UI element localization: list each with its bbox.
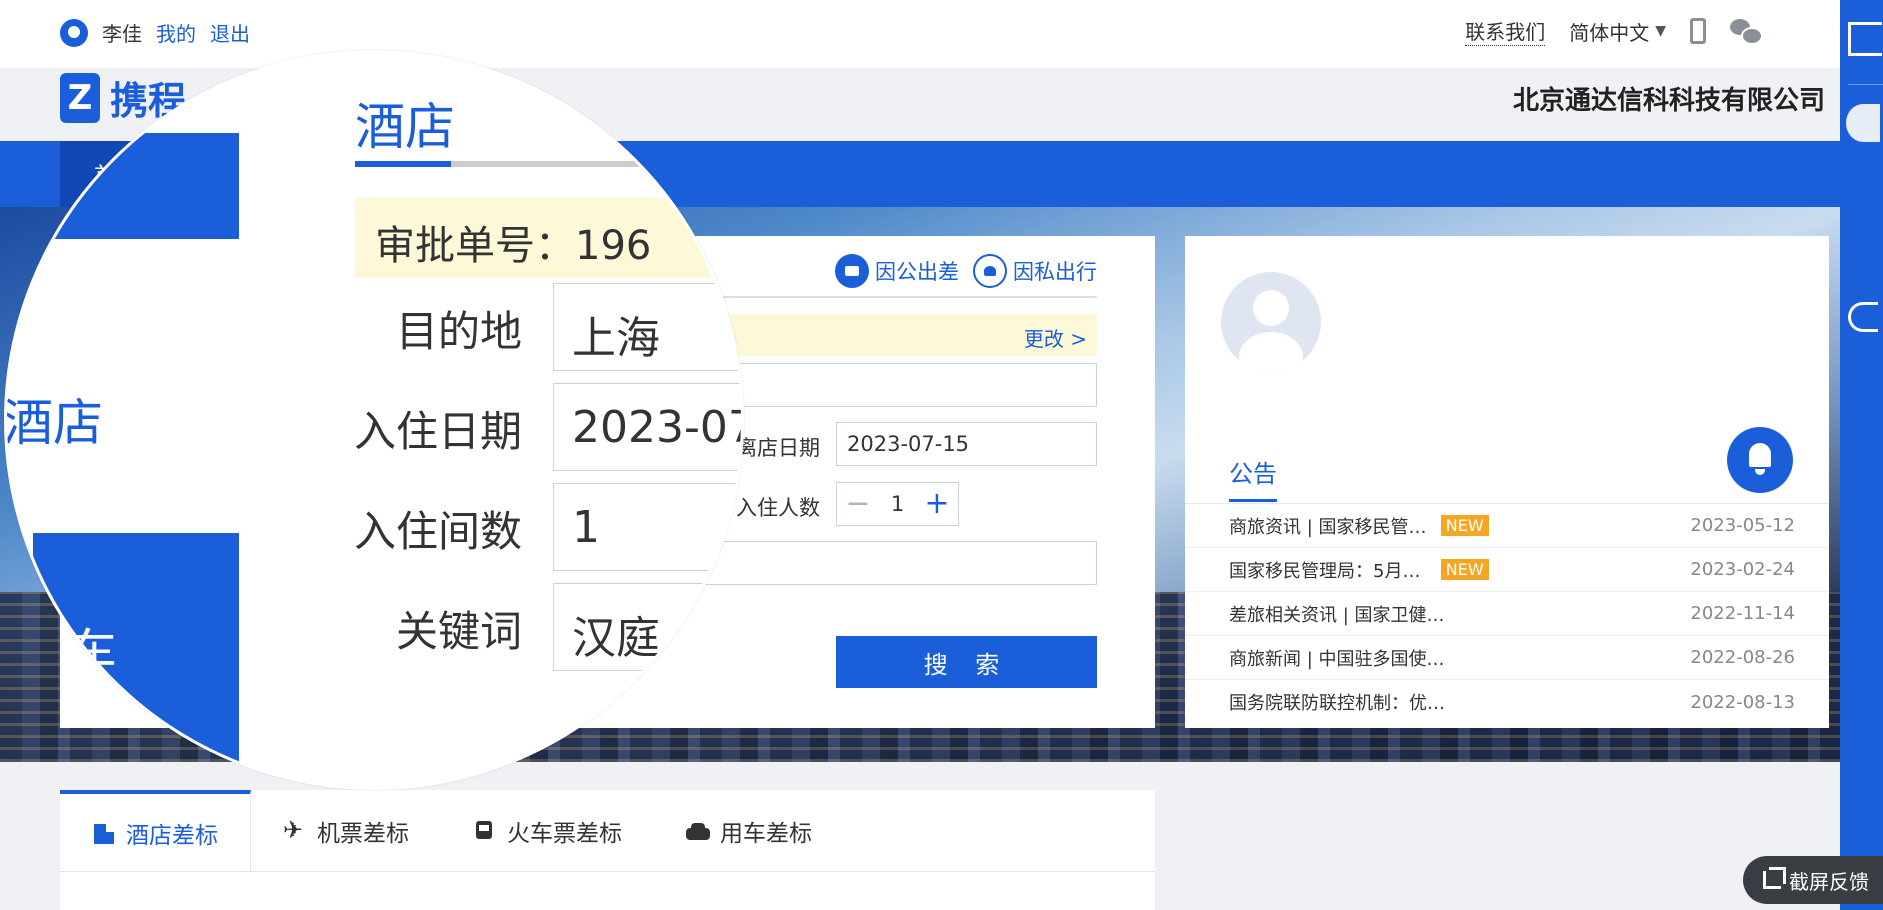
plus-icon[interactable]: + bbox=[922, 489, 952, 519]
guests-label: 入住人数 bbox=[736, 496, 820, 520]
change-approval-link[interactable]: 更改 > bbox=[1024, 323, 1087, 352]
lens-nav-block-bottom bbox=[33, 533, 239, 787]
notice-panel: 公告 商旅资讯 | 国家移民管理局：5月15日起，... NEW 2023-05… bbox=[1185, 236, 1829, 728]
checkout-date-input[interactable]: 2023-07-15 bbox=[836, 422, 1097, 466]
plane-icon bbox=[283, 816, 305, 844]
lens-nav-block bbox=[33, 133, 239, 239]
language-select[interactable]: 简体中文 ▼ bbox=[1569, 17, 1666, 46]
tab-car-policy[interactable]: 用车差标 bbox=[654, 790, 844, 871]
tab-hotel-policy[interactable]: 酒店差标 bbox=[60, 790, 251, 871]
list-item[interactable]: 国务院联防联控机制：优化完善健康码互认... 2022-08-13 bbox=[1185, 680, 1829, 724]
user-name: 李佳 bbox=[102, 22, 142, 46]
lens-tab-underline bbox=[355, 161, 741, 167]
guests-stepper: − 1 + bbox=[836, 482, 959, 526]
lens-checkin-label: 入住日期 bbox=[353, 407, 522, 456]
side-toolbar bbox=[1840, 0, 1883, 910]
top-bar: 李佳 我的 退出 联系我们 简体中文 ▼ bbox=[0, 0, 1840, 68]
lens-rooms-input[interactable]: 1 bbox=[553, 483, 741, 571]
bell-icon[interactable] bbox=[1727, 427, 1793, 493]
wechat-icon[interactable] bbox=[1730, 19, 1763, 45]
list-item[interactable]: 差旅相关资讯 | 国家卫健委：入境航班熔断... 2022-11-14 bbox=[1185, 592, 1829, 636]
policy-tabs: 酒店差标 机票差标 火车票差标 用车差标 bbox=[60, 790, 1155, 910]
lens-rooms-label: 入住间数 bbox=[353, 507, 522, 556]
magnifier-lens: 酒店 车 酒店 审批单号：196 目的地 上海 入住日期 2023-07 入住间… bbox=[4, 50, 744, 790]
notice-date: 2022-08-26 bbox=[1690, 647, 1796, 668]
trip-type-selector: 因公出差 因私出行 bbox=[835, 254, 1097, 288]
feedback-label: 截屏反馈 bbox=[1789, 869, 1869, 894]
tab-train-policy[interactable]: 火车票差标 bbox=[441, 790, 654, 871]
company-name: 北京通达信科科技有限公司 bbox=[1512, 86, 1825, 116]
search-button[interactable]: 搜 索 bbox=[836, 636, 1097, 688]
chevron-down-icon: ▼ bbox=[1655, 23, 1666, 39]
briefcase-icon bbox=[835, 254, 869, 288]
lens-sidebar-hotel[interactable]: 酒店 bbox=[7, 383, 103, 455]
notice-date: 2023-05-12 bbox=[1690, 515, 1796, 536]
list-item[interactable]: 国家移民管理局：5月1日起接受外方APEC... NEW 2023-02-24 bbox=[1185, 548, 1829, 592]
lens-hotel-tab[interactable]: 酒店 bbox=[355, 87, 455, 159]
notice-text: 国务院联防联控机制：优化完善健康码互认... bbox=[1229, 693, 1460, 714]
tab-label: 机票差标 bbox=[317, 820, 409, 847]
hotel-icon bbox=[92, 822, 114, 844]
lens-approval-number: 审批单号：196 bbox=[355, 198, 741, 278]
lens-destination-label: 目的地 bbox=[395, 307, 522, 356]
lens-checkin-input[interactable]: 2023-07 bbox=[553, 383, 741, 471]
user-icon bbox=[60, 18, 88, 47]
notice-date: 2022-11-14 bbox=[1690, 603, 1796, 624]
logo-mark: Z bbox=[60, 72, 100, 123]
notice-date: 2023-02-24 bbox=[1690, 559, 1796, 580]
lens-destination-input[interactable]: 上海 bbox=[553, 283, 741, 371]
user-area: 李佳 我的 退出 bbox=[60, 18, 250, 47]
avatar bbox=[1221, 272, 1321, 372]
tab-label: 火车票差标 bbox=[507, 820, 622, 847]
new-badge: NEW bbox=[1440, 515, 1489, 536]
notice-text: 差旅相关资讯 | 国家卫健委：入境航班熔断... bbox=[1229, 604, 1460, 626]
lens-keyword-input[interactable]: 汉庭 bbox=[553, 583, 741, 671]
tab-label: 用车差标 bbox=[720, 820, 812, 847]
checkout-label: 离店日期 bbox=[736, 436, 820, 460]
minus-icon[interactable]: − bbox=[843, 489, 873, 519]
notice-list: 商旅资讯 | 国家移民管理局：5月15日起，... NEW 2023-05-12… bbox=[1185, 503, 1829, 724]
train-icon bbox=[473, 820, 495, 842]
avatar[interactable] bbox=[1846, 104, 1880, 142]
divider bbox=[1848, 84, 1883, 85]
lens-sidebar-car[interactable]: 车 bbox=[67, 613, 117, 685]
contact-link[interactable]: 联系我们 bbox=[1465, 16, 1546, 46]
trip-business-option[interactable]: 因公出差 bbox=[835, 254, 959, 288]
car-icon bbox=[686, 820, 710, 842]
notice-text: 商旅新闻 | 中国驻多国使馆发布通知：允许... bbox=[1229, 648, 1460, 670]
notice-text: 商旅资讯 | 国家移民管理局：5月15日起，... bbox=[1229, 516, 1431, 538]
private-travel-icon bbox=[973, 254, 1007, 288]
new-badge: NEW bbox=[1440, 559, 1489, 580]
lens-keyword-label: 关键词 bbox=[395, 607, 522, 656]
guests-value: 1 bbox=[890, 492, 905, 516]
logout-link[interactable]: 退出 bbox=[210, 18, 250, 47]
trip-private-option[interactable]: 因私出行 bbox=[973, 254, 1097, 288]
keyword-input[interactable] bbox=[680, 541, 1097, 585]
top-right-tools: 联系我们 简体中文 ▼ bbox=[1465, 16, 1763, 46]
trip-business-label: 因公出差 bbox=[875, 260, 959, 284]
mobile-icon[interactable] bbox=[1690, 18, 1706, 44]
list-item[interactable]: 商旅资讯 | 国家移民管理局：5月15日起，... NEW 2023-05-12 bbox=[1185, 504, 1829, 548]
notice-text: 国家移民管理局：5月1日起接受外方APEC... bbox=[1229, 560, 1431, 582]
notice-title[interactable]: 公告 bbox=[1229, 454, 1277, 502]
tab-flight-policy[interactable]: 机票差标 bbox=[251, 790, 441, 871]
trip-private-label: 因私出行 bbox=[1013, 260, 1097, 284]
notice-date: 2022-08-13 bbox=[1690, 691, 1796, 713]
language-label: 简体中文 bbox=[1569, 20, 1650, 45]
headset-icon[interactable] bbox=[1848, 302, 1878, 332]
my-link[interactable]: 我的 bbox=[156, 18, 196, 47]
scan-icon[interactable] bbox=[1848, 22, 1882, 56]
crop-icon bbox=[1763, 867, 1786, 889]
screenshot-feedback-button[interactable]: 截屏反馈 bbox=[1743, 856, 1883, 904]
list-item[interactable]: 商旅新闻 | 中国驻多国使馆发布通知：允许... 2022-08-26 bbox=[1185, 636, 1829, 680]
tab-label: 酒店差标 bbox=[126, 822, 218, 849]
